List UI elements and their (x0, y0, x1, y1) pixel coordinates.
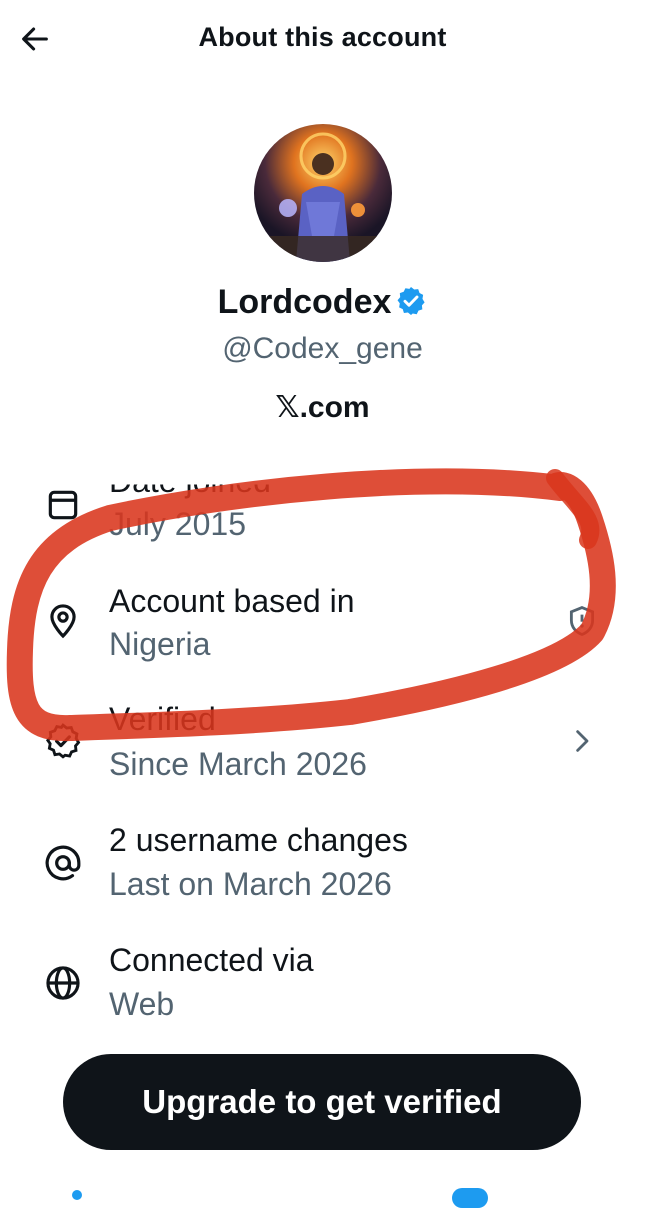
verified-label: Verified (109, 701, 216, 737)
username-changes-value: Last on March 2026 (109, 866, 392, 902)
top-bar: About this account (0, 0, 645, 80)
verified-value: Since March 2026 (109, 746, 367, 782)
username-changes-label: 2 username changes (109, 822, 408, 858)
account-based-in-row: Account based in Nigeria (0, 580, 645, 690)
date-joined-label: Date joined (109, 463, 271, 499)
upgrade-verified-button[interactable]: Upgrade to get verified (63, 1054, 581, 1150)
platform-suffix: .com (299, 391, 370, 424)
verified-badge-icon (397, 287, 426, 315)
username-changes-row: 2 username changes Last on March 2026 (0, 820, 645, 930)
date-joined-row: Date joined July 2015 (0, 470, 645, 580)
connected-via-label: Connected via (109, 942, 314, 978)
verified-row[interactable]: Verified Since March 2026 (0, 700, 645, 810)
connected-via-row: Connected via Web (0, 940, 645, 1050)
handle: @Codex_gene (222, 332, 423, 365)
shield-icon[interactable] (565, 604, 599, 638)
notification-badge (452, 1188, 488, 1208)
location-pin-icon (50, 604, 76, 639)
date-joined-value: July 2015 (109, 506, 246, 542)
home-indicator-dot (72, 1190, 82, 1200)
x-logo: 𝕏 (275, 390, 300, 425)
verified-icon (45, 723, 81, 759)
calendar-icon (48, 490, 78, 520)
page-title: About this account (198, 22, 447, 52)
display-name-row: Lordcodex (0, 283, 645, 322)
at-sign-icon (45, 845, 81, 881)
account-based-in-label: Account based in (109, 583, 355, 619)
globe-icon (46, 966, 80, 1000)
platform-label: 𝕏.com (0, 390, 645, 425)
avatar (254, 124, 392, 262)
account-based-in-value: Nigeria (109, 626, 211, 662)
chevron-right-icon[interactable] (567, 726, 597, 756)
connected-via-value: Web (109, 986, 175, 1022)
display-name: Lordcodex (217, 283, 392, 321)
bottom-nav-partial (0, 1186, 645, 1200)
